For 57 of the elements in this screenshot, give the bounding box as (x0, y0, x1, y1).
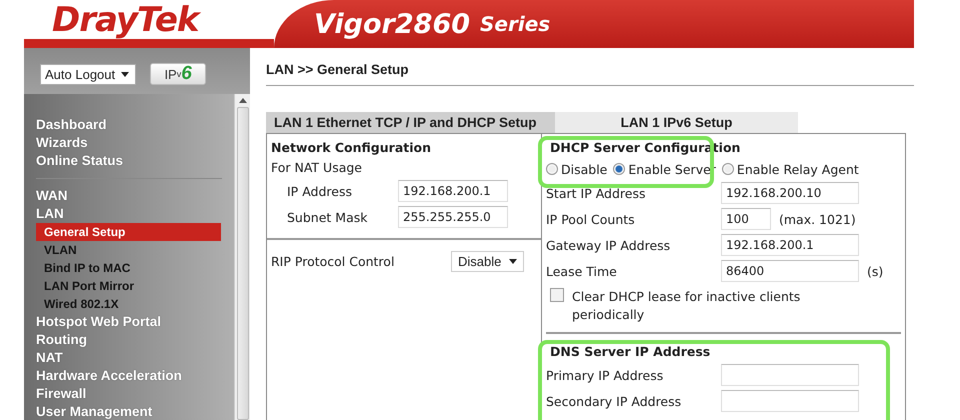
menu-item[interactable]: Hardware Acceleration (36, 367, 234, 385)
menu-item[interactable]: Wizards (36, 134, 234, 152)
radio-option[interactable]: Disable (546, 162, 608, 176)
field-label: Primary IP Address (546, 368, 664, 382)
radio-button[interactable] (546, 163, 558, 175)
field-label: IP Address (287, 184, 353, 198)
tab[interactable]: LAN 1 IPv6 Setup (555, 112, 798, 133)
menu-item[interactable]: User Management (36, 403, 234, 420)
checkbox-label: Clear DHCP lease for inactive clients periodically (572, 288, 802, 324)
submenu-item[interactable]: Wired 802.1X (36, 295, 221, 313)
input-field[interactable]: 86400 (721, 260, 859, 282)
model-name: Vigor2860 (314, 8, 470, 40)
series-label: Series (480, 12, 550, 36)
menu-item[interactable]: Online Status (36, 152, 234, 170)
submenu-item[interactable]: LAN Port Mirror (36, 277, 221, 295)
field-label: Lease Time (546, 264, 618, 278)
menu-item[interactable]: Firewall (36, 385, 234, 403)
submenu-item[interactable]: General Setup (36, 223, 221, 241)
caret-icon (509, 258, 518, 264)
field-label: Secondary IP Address (546, 394, 682, 408)
menu-item[interactable]: Routing (36, 331, 234, 349)
menu-item[interactable]: LAN (36, 205, 234, 223)
input-field[interactable]: 192.168.200.1 (721, 234, 859, 256)
input-field[interactable]: 192.168.200.10 (721, 182, 859, 204)
input-field[interactable]: 255.255.255.0 (398, 206, 508, 228)
field-label: IP Pool Counts (546, 212, 636, 226)
field-label: RIP Protocol Control (271, 254, 396, 268)
menu-item[interactable]: Dashboard (36, 116, 234, 134)
brand-logo: DrayTek (52, 1, 199, 39)
scrollbar[interactable] (234, 94, 250, 420)
radio-label: Disable (561, 162, 608, 176)
auto-logout-select[interactable]: Auto Logout (40, 64, 136, 84)
section-title: Network Configuration (270, 139, 432, 157)
rip-select[interactable]: Disable (451, 250, 524, 272)
input-field[interactable]: 192.168.200.1 (398, 180, 508, 202)
tab[interactable]: LAN 1 Ethernet TCP / IP and DHCP Setup (266, 112, 555, 133)
submenu-item[interactable]: VLAN (36, 241, 221, 259)
input-field[interactable] (721, 364, 859, 386)
field-label: Gateway IP Address (546, 238, 672, 252)
breadcrumb: LAN >> General Setup (266, 48, 914, 86)
caret-icon (121, 72, 130, 76)
radio-button[interactable] (722, 163, 734, 175)
scroll-up-icon[interactable] (238, 98, 246, 103)
section-subtitle: For NAT Usage (270, 159, 363, 177)
radio-button[interactable] (613, 163, 626, 175)
field-unit: (s) (867, 264, 884, 278)
input-field[interactable]: 100 (721, 208, 771, 230)
menu-item[interactable]: Hotspot Web Portal (36, 313, 234, 331)
checkbox[interactable] (550, 288, 564, 302)
field-label: Start IP Address (546, 186, 646, 200)
submenu-item[interactable]: Bind IP to MAC (36, 259, 221, 277)
menu-item[interactable]: NAT (36, 349, 234, 367)
field-unit: (max. 1021) (779, 212, 856, 226)
menu-item[interactable]: WAN (36, 187, 234, 205)
input-field[interactable] (721, 390, 859, 412)
section-title: DNS Server IP Address (549, 343, 712, 361)
field-label: Subnet Mask (287, 210, 368, 224)
